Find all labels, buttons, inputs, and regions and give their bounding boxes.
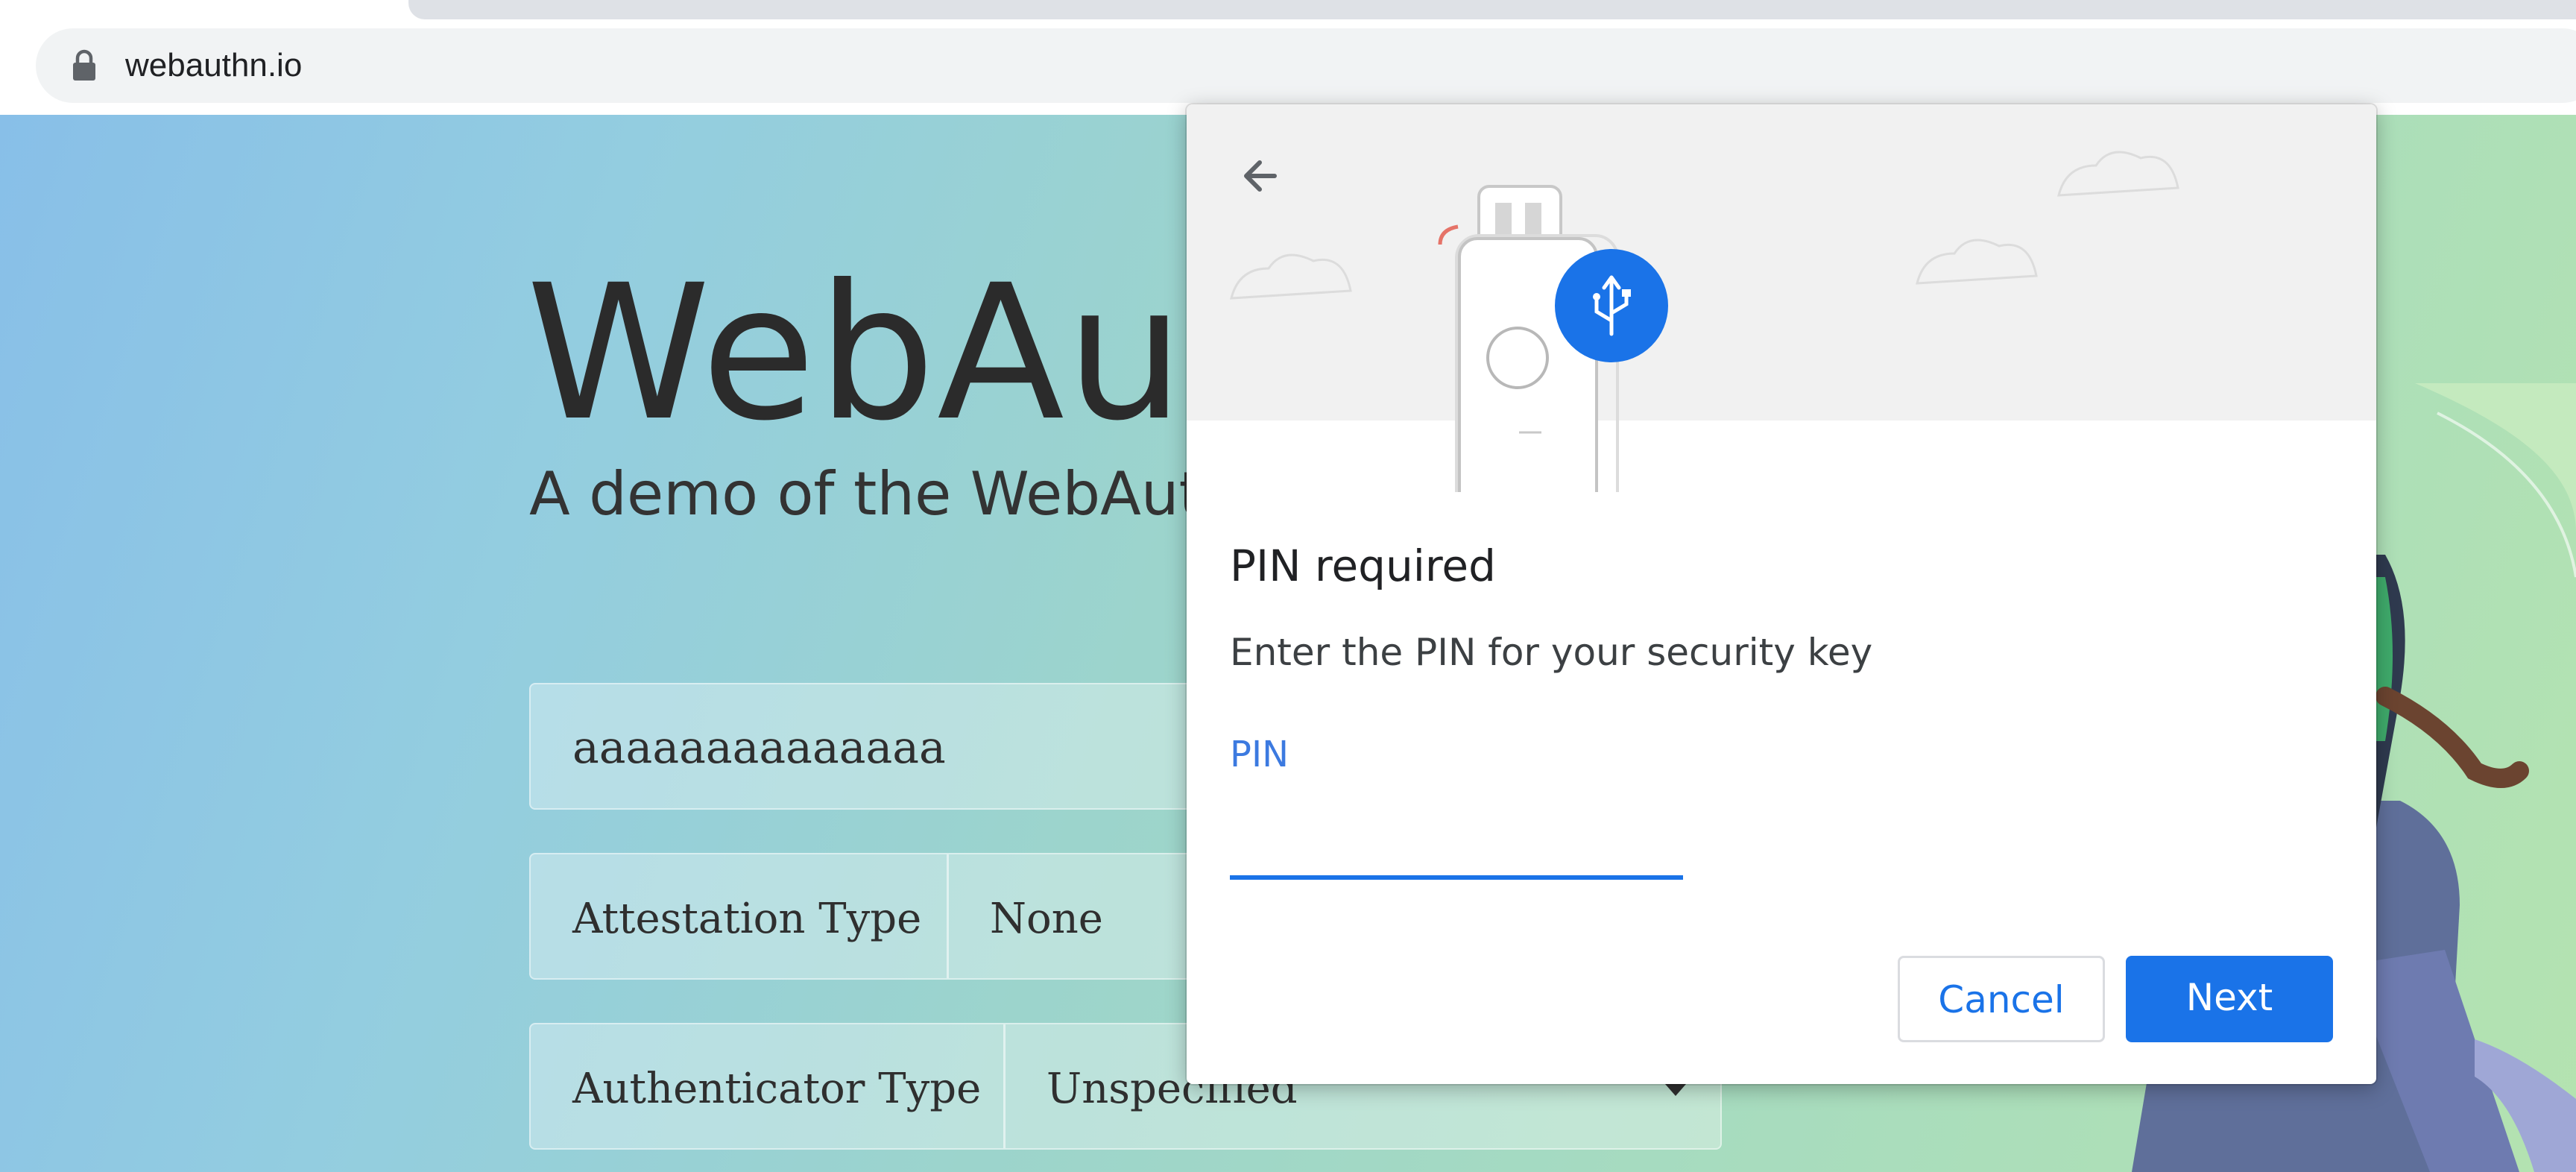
lock-icon: [73, 49, 95, 81]
select-divider: [1003, 1024, 1006, 1148]
cancel-button[interactable]: Cancel: [1898, 956, 2105, 1042]
address-bar[interactable]: [36, 28, 2576, 103]
dialog-description: Enter the PIN for your security key: [1230, 631, 1873, 674]
dialog-title: PIN required: [1230, 541, 1496, 591]
security-key-dialog: PIN required Enter the PIN for your secu…: [1187, 104, 2376, 1084]
browser-chrome: webauthn.io: [0, 0, 2576, 115]
security-key-icon: [1230, 151, 2179, 492]
attestation-label: Attestation Type: [572, 895, 922, 943]
chevron-down-icon: [1665, 1084, 1686, 1096]
url-text[interactable]: webauthn.io: [125, 43, 302, 88]
pin-input[interactable]: [1230, 802, 1683, 880]
pin-label: PIN: [1230, 734, 1289, 775]
tab-strip: [408, 0, 2576, 19]
username-value: aaaaaaaaaaaaaa: [572, 722, 946, 774]
arrow-left-icon[interactable]: [1231, 146, 1291, 206]
authenticator-label: Authenticator Type: [572, 1065, 982, 1113]
attestation-value: None: [990, 895, 1103, 943]
select-divider: [947, 854, 949, 978]
next-button[interactable]: Next: [2126, 956, 2333, 1042]
